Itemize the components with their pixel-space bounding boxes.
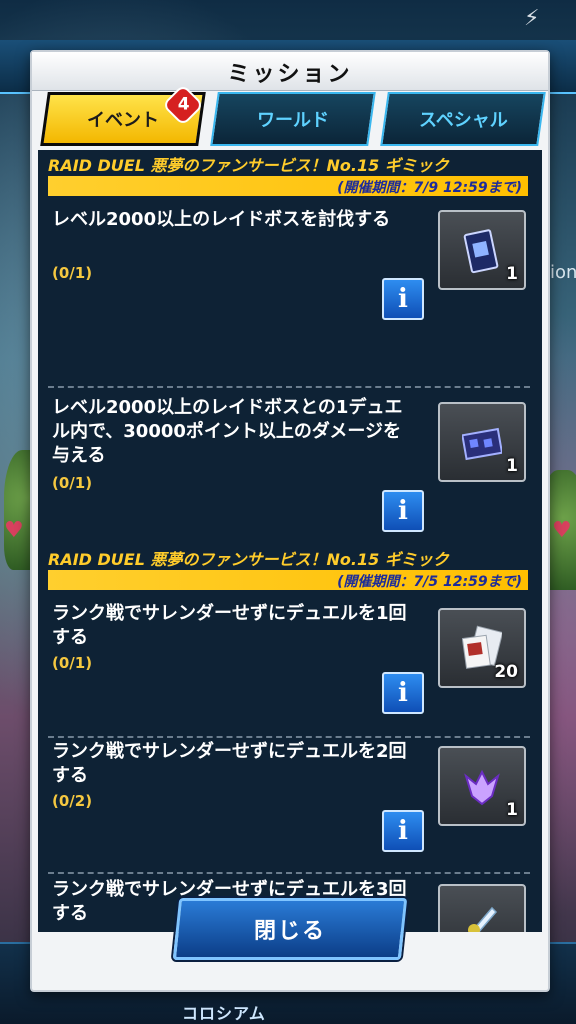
mission-progress: (0/1) — [52, 264, 93, 282]
mission-list[interactable]: RAID DUEL 悪夢のファンサービス！No.15 ギミック (開催期間：7/… — [38, 150, 542, 932]
section-title: RAID DUEL 悪夢のファンサービス！No.15 ギミック — [48, 550, 449, 569]
badge-count: 4 — [177, 94, 190, 115]
close-button-label: 閉じる — [253, 919, 326, 944]
background-partial-text: ion — [550, 262, 576, 283]
divider — [48, 872, 530, 874]
period-bar: (開催期間：7/5 12:59まで) — [48, 570, 528, 590]
reward-box[interactable]: 20 — [438, 608, 526, 688]
info-button[interactable]: i — [382, 278, 424, 320]
mission-progress: (0/2) — [52, 792, 93, 810]
modal-header: ミッション — [32, 52, 548, 91]
reward-box[interactable]: 1 — [438, 402, 526, 482]
section-title: RAID DUEL 悪夢のファンサービス！No.15 ギミック — [48, 156, 449, 175]
tab-label: スペシャル — [418, 110, 508, 131]
heart-decoration: ♥ — [552, 518, 572, 543]
tab-label: イベント — [87, 110, 159, 131]
sword-skill-icon — [468, 906, 498, 932]
card-sleeve-icon — [462, 427, 502, 461]
info-button[interactable]: i — [382, 810, 424, 852]
mission-text: レベル2000以上のレイドボスとの1デュエル内で、30000ポイント以上のダメー… — [52, 397, 403, 466]
tab-label: ワールド — [257, 110, 329, 131]
mission-progress: (0/1) — [52, 474, 93, 492]
mission-modal: ミッション イベント 4 ワールド スペシャル RAID DUEL 悪夢のファン… — [30, 50, 550, 992]
close-button[interactable]: 閉じる — [172, 898, 408, 960]
mission-item: レベル2000以上のレイドボスとの1デュエル内で、30000ポイント以上のダメー… — [38, 396, 542, 532]
mission-item: ランク戦でサレンダーせずにデュエルを1回する (0/1) i 20 — [38, 602, 542, 732]
mission-tabs: イベント 4 ワールド スペシャル — [38, 83, 546, 150]
reward-count: 20 — [494, 662, 518, 682]
heart-decoration: ♥ — [4, 518, 24, 543]
divider — [48, 736, 530, 738]
mission-text: ランク戦でサレンダーせずにデュエルを2回する — [52, 741, 407, 786]
reward-count: 1 — [506, 456, 518, 476]
no-signal-icon: ⚡ — [524, 6, 540, 31]
info-button[interactable]: i — [382, 490, 424, 532]
mission-item: レベル2000以上のレイドボスを討伐する (0/1) i 1 — [38, 208, 542, 338]
mission-progress: (0/1) — [52, 654, 93, 672]
modal-title: ミッション — [227, 62, 353, 87]
mission-text: レベル2000以上のレイドボスを討伐する — [52, 209, 391, 230]
reward-box[interactable]: 1 — [438, 746, 526, 826]
tab-special[interactable]: スペシャル — [380, 92, 546, 146]
tab-world[interactable]: ワールド — [210, 92, 376, 146]
purple-emblem-icon — [464, 769, 500, 806]
period-text: (開催期間：7/5 12:59まで) — [337, 574, 522, 590]
reward-box[interactable]: 1 — [438, 210, 526, 290]
reward-box[interactable] — [438, 884, 526, 932]
divider — [48, 386, 530, 388]
bottom-nav-colosseum-label: コロシアム — [182, 1004, 266, 1023]
reward-count: 1 — [506, 800, 518, 820]
period-bar: (開催期間：7/9 12:59まで) — [48, 176, 528, 196]
mission-text: ランク戦でサレンダーせずにデュエルを1回する — [52, 603, 407, 648]
mission-item: ランク戦でサレンダーせずにデュエルを2回する (0/2) i 1 — [38, 740, 542, 870]
period-text: (開催期間：7/9 12:59まで) — [337, 180, 522, 196]
info-button[interactable]: i — [382, 672, 424, 714]
card-pack-icon — [463, 229, 499, 274]
reward-count: 1 — [506, 264, 518, 284]
